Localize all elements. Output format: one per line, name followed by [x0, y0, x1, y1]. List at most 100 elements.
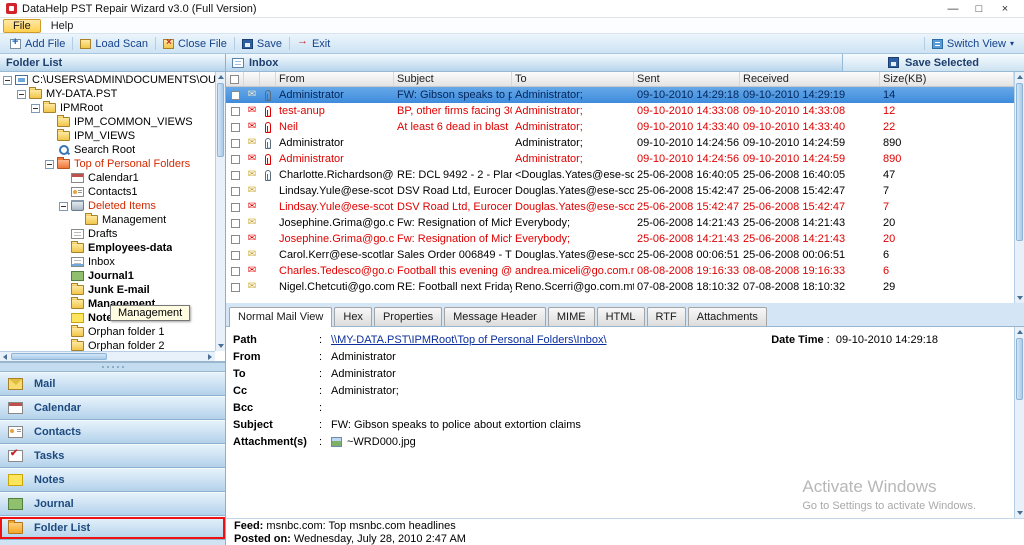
row-checkbox[interactable]	[231, 171, 240, 180]
scroll-down-button[interactable]	[1015, 508, 1024, 518]
nav-item-calendar[interactable]: Calendar	[0, 396, 225, 420]
add-file-button[interactable]: Add File	[4, 34, 71, 53]
row-checkbox[interactable]	[231, 187, 240, 196]
nav-item-folder-list[interactable]: Folder List	[0, 516, 225, 540]
tree-item-employees-data[interactable]: Employees-data	[0, 241, 215, 255]
scroll-right-button[interactable]	[205, 352, 215, 361]
scroll-down-button[interactable]	[1015, 293, 1024, 303]
mail-row[interactable]: ✉Nigel.Chetcuti@go.com.mtRE: Football ne…	[226, 279, 1014, 295]
row-checkbox[interactable]	[231, 139, 240, 148]
tree-item-c-users-admin-documents-outlook-f[interactable]: C:\USERS\ADMIN\DOCUMENTS\OUTLOOK F	[0, 73, 215, 87]
nav-item-mail[interactable]: Mail	[0, 372, 225, 396]
row-checkbox[interactable]	[231, 203, 240, 212]
row-checkbox[interactable]	[231, 155, 240, 164]
mail-row[interactable]: ✉Josephine.Grima@go.com.mtFw: Resignatio…	[226, 215, 1014, 231]
close-button[interactable]: ×	[992, 1, 1018, 17]
mail-row[interactable]: ✉test-anupBP, other firms facing 300 la.…	[226, 103, 1014, 119]
tab-rtf[interactable]: RTF	[647, 307, 686, 326]
tree-horizontal-scrollbar[interactable]	[0, 351, 215, 361]
tree-item-ipm-common-views[interactable]: IPM_COMMON_VIEWS	[0, 115, 215, 129]
nav-item-notes[interactable]: Notes	[0, 468, 225, 492]
menu-item-help[interactable]: Help	[41, 19, 84, 33]
mail-row[interactable]: ✉Lindsay.Yule@ese-scotland.c...DSV Road …	[226, 183, 1014, 199]
splitter-handle[interactable]	[0, 362, 225, 372]
column-header-size[interactable]: Size(KB)	[880, 72, 1014, 86]
preview-vertical-scrollbar[interactable]	[1014, 327, 1024, 518]
expander-icon[interactable]	[31, 104, 40, 113]
column-header-sent[interactable]: Sent	[634, 72, 740, 86]
mail-row[interactable]: ✉Josephine.Grima@go.com.mtFw: Resignatio…	[226, 231, 1014, 247]
scroll-thumb[interactable]	[11, 353, 107, 360]
scroll-up-button[interactable]	[216, 72, 225, 82]
mail-row[interactable]: ✉Charles.Tedesco@go.com.mtFootball this …	[226, 263, 1014, 279]
row-checkbox[interactable]	[231, 283, 240, 292]
tab-mime[interactable]: MIME	[548, 307, 595, 326]
tab-properties[interactable]: Properties	[374, 307, 442, 326]
row-checkbox[interactable]	[231, 251, 240, 260]
switch-view-button[interactable]: Switch View ▾	[926, 34, 1020, 53]
tree-item-ipm-views[interactable]: IPM_VIEWS	[0, 129, 215, 143]
column-header-received[interactable]: Received	[740, 72, 880, 86]
list-vertical-scrollbar[interactable]	[1014, 72, 1024, 303]
tree-item-top-of-personal-folders[interactable]: Top of Personal Folders	[0, 157, 215, 171]
tab-attachments[interactable]: Attachments	[688, 307, 767, 326]
mail-row[interactable]: ✉Carol.Kerr@ese-scotland.co.ukSales Orde…	[226, 247, 1014, 263]
row-checkbox[interactable]	[231, 235, 240, 244]
tree-item-orphan-folder-2[interactable]: Orphan folder 2	[0, 339, 215, 351]
save-selected-button[interactable]: Save Selected	[842, 54, 1024, 72]
load-scan-button[interactable]: Load Scan	[74, 34, 154, 53]
tree-item-drafts[interactable]: Drafts	[0, 227, 215, 241]
path-link[interactable]: \\MY-DATA.PST\IPMRoot\Top of Personal Fo…	[331, 334, 607, 347]
tree-item-ipmroot[interactable]: IPMRoot	[0, 101, 215, 115]
scroll-thumb[interactable]	[1016, 83, 1023, 241]
row-checkbox[interactable]	[231, 107, 240, 116]
menu-item-file[interactable]: File	[3, 19, 41, 33]
mail-row[interactable]: ✉AdministratorAdministrator;09-10-2010 1…	[226, 151, 1014, 167]
tree-item-journal1[interactable]: Journal1	[0, 269, 215, 283]
save-button[interactable]: Save	[236, 34, 288, 53]
expander-icon[interactable]	[3, 76, 12, 85]
exit-button[interactable]: Exit	[291, 34, 336, 53]
scroll-down-button[interactable]	[216, 341, 225, 351]
scroll-left-button[interactable]	[0, 352, 10, 361]
scroll-up-button[interactable]	[1015, 72, 1024, 82]
tab-hex[interactable]: Hex	[334, 307, 372, 326]
maximize-button[interactable]: □	[966, 1, 992, 17]
scroll-up-button[interactable]	[1015, 327, 1024, 337]
tab-html[interactable]: HTML	[597, 307, 645, 326]
column-header-subject[interactable]: Subject	[394, 72, 512, 86]
expander-icon[interactable]	[59, 202, 68, 211]
tree-item-search-root[interactable]: Search Root	[0, 143, 215, 157]
row-checkbox[interactable]	[231, 123, 240, 132]
row-checkbox[interactable]	[231, 91, 240, 100]
tree-item-my-data-pst[interactable]: MY-DATA.PST	[0, 87, 215, 101]
nav-item-journal[interactable]: Journal	[0, 492, 225, 516]
tree-item-deleted-items[interactable]: Deleted Items	[0, 199, 215, 213]
tree-vertical-scrollbar[interactable]	[215, 72, 225, 351]
tab-normal-mail-view[interactable]: Normal Mail View	[229, 307, 332, 327]
mail-row[interactable]: ✉NeilAt least 6 dead in blast at Ch...Ad…	[226, 119, 1014, 135]
column-header-to[interactable]: To	[512, 72, 634, 86]
mail-row[interactable]: ✉AdministratorAdministrator;09-10-2010 1…	[226, 135, 1014, 151]
paperclip-column-header[interactable]	[260, 72, 276, 86]
tree-item-junk-e-mail[interactable]: Junk E-mail	[0, 283, 215, 297]
tab-message-header[interactable]: Message Header	[444, 307, 546, 326]
select-all-checkbox[interactable]	[230, 75, 239, 84]
mail-row[interactable]: ✉AdministratorFW: Gibson speaks to polic…	[226, 87, 1014, 103]
tree-item-contacts1[interactable]: Contacts1	[0, 185, 215, 199]
close-file-button[interactable]: Close File	[157, 34, 233, 53]
expander-icon[interactable]	[45, 160, 54, 169]
row-checkbox[interactable]	[231, 267, 240, 276]
row-checkbox[interactable]	[231, 219, 240, 228]
minimize-button[interactable]: —	[940, 1, 966, 17]
tree-item-management[interactable]: Management	[0, 213, 215, 227]
expander-icon[interactable]	[17, 90, 26, 99]
nav-item-tasks[interactable]: Tasks	[0, 444, 225, 468]
tree-item-inbox[interactable]: Inbox	[0, 255, 215, 269]
column-header-from[interactable]: From	[276, 72, 394, 86]
mail-row[interactable]: ✉Lindsay.Yule@ese-scotland.c...DSV Road …	[226, 199, 1014, 215]
tree-item-calendar1[interactable]: Calendar1	[0, 171, 215, 185]
nav-item-contacts[interactable]: Contacts	[0, 420, 225, 444]
envelope-column-header[interactable]	[244, 72, 260, 86]
tree-item-orphan-folder-1[interactable]: Orphan folder 1	[0, 325, 215, 339]
